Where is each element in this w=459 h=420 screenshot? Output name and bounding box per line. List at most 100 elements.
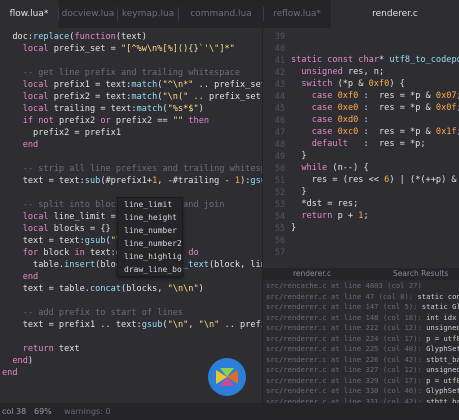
- code-line: end): [12, 356, 34, 366]
- search-result-item[interactable]: src/renderer.c at line 222 (col 12): uns…: [266, 323, 459, 334]
- line-number: 51: [274, 175, 285, 185]
- result-code: int idx = (codepoint: [426, 312, 457, 322]
- tab-flow-lua[interactable]: flow.lua*: [0, 0, 58, 28]
- result-code: p = utf8_to_codepoint: [426, 333, 459, 343]
- code-line: local prefix2 = text:match("\n(" .. pref…: [22, 92, 261, 102]
- code-line: text = text:sub(#prefix1+1, -#trailing -…: [2, 176, 262, 186]
- result-path: src/renderer.c at line 47 (col 8):: [266, 291, 418, 301]
- autocomplete-item[interactable]: line_height: [118, 211, 182, 224]
- line-number: 49: [274, 151, 285, 161]
- line-number: 40: [274, 43, 285, 53]
- tab-reflow-lua[interactable]: reflow.lua*: [264, 0, 330, 28]
- tab-search-results[interactable]: Search Results: [393, 268, 448, 280]
- cursor-position: col 38: [2, 407, 27, 416]
- result-code: GlyphSet *set = get: [426, 344, 459, 353]
- code-line: if not prefix2 or prefix2 == "" then: [22, 116, 210, 126]
- tab-bar: flow.lua* docview.lua keymap.lua command…: [0, 0, 459, 28]
- result-path: src/renderer.c at line 147 (col 5):: [266, 302, 422, 311]
- result-code: unsigned codepoint;: [426, 323, 459, 332]
- code-line: local trailing = text:match("%s*$"): [22, 104, 204, 114]
- code-line: }: [291, 151, 307, 161]
- result-path: src/rencache.c at line 4803 (col 27): [266, 281, 427, 290]
- autocomplete-item[interactable]: line_number2: [118, 237, 182, 250]
- result-path: src/renderer.c at line 329 (col 17):: [266, 375, 427, 385]
- right-editor-pane[interactable]: 39 40 41 static const char* utf8_to_codepoi…: [263, 28, 459, 256]
- tab-command-lua[interactable]: command.lua: [179, 0, 263, 28]
- warnings-count: warnings: 0: [64, 407, 111, 416]
- tab-renderer-c[interactable]: renderer.c: [331, 0, 459, 28]
- search-results-pane[interactable]: renderer.c Search Results src/rencache.c…: [263, 268, 459, 403]
- code-line: unsigned res, n;: [301, 67, 385, 77]
- result-code: static GlyphSet* get_: [421, 302, 459, 311]
- tab-docview-lua[interactable]: docview.lua: [59, 0, 117, 28]
- result-path: src/renderer.c at line 222 (col 12):: [266, 323, 427, 332]
- code-line: local blocks = {}: [22, 224, 111, 234]
- code-line: static const char* utf8_to_codepoint(con…: [291, 55, 459, 65]
- code-line: case 0xd0 :: [311, 115, 369, 125]
- search-result-item[interactable]: src/renderer.c at line 224 (col 17): p =…: [266, 334, 459, 345]
- result-path: src/renderer.c at line 327 (col 12):: [266, 365, 427, 374]
- code-line: doc:replace(function(text): [2, 32, 147, 42]
- code-line: return text: [22, 344, 80, 354]
- line-number: 47: [274, 127, 285, 137]
- search-result-item[interactable]: src/renderer.c at line 47 (col 8): stati…: [266, 292, 459, 303]
- search-result-item[interactable]: src/renderer.c at line 148 (col 18): int…: [266, 313, 459, 324]
- autocomplete-item[interactable]: line_limit: [118, 198, 182, 211]
- code-line: text = table.concat(blocks, "\n\n"): [2, 284, 204, 294]
- autocomplete-item[interactable]: line_number: [118, 224, 182, 237]
- result-path: src/renderer.c at line 224 (col 17):: [266, 333, 427, 343]
- line-number: 43: [274, 79, 285, 89]
- line-number: 52: [274, 187, 285, 197]
- autocomplete-item[interactable]: line_highlight: [118, 250, 182, 263]
- search-result-item[interactable]: src/renderer.c at line 147 (col 5): stat…: [266, 302, 459, 313]
- line-number: 57: [274, 247, 285, 256]
- search-result-item[interactable]: src/renderer.c at line 330 (col 40): Gly…: [266, 386, 459, 397]
- code-line: case 0xf0 : res = *p & 0x07; n = 3; brea…: [311, 91, 459, 101]
- status-bar: col 38 69% warnings: 0: [0, 403, 459, 420]
- scroll-percent: 69%: [34, 407, 52, 416]
- line-number: 48: [274, 139, 285, 149]
- code-line: end: [2, 368, 18, 378]
- search-result-item[interactable]: src/renderer.c at line 226 (col 42): stb…: [266, 355, 459, 366]
- result-code: GlyphSet *set = get: [426, 386, 459, 395]
- result-path: src/renderer.c at line 330 (col 40):: [266, 386, 427, 395]
- line-number: 55: [274, 223, 285, 233]
- code-line: end: [22, 272, 39, 282]
- autocomplete-item[interactable]: draw_line_body: [118, 263, 182, 276]
- result-path: src/renderer.c at line 148 (col 18):: [266, 312, 427, 322]
- search-result-item[interactable]: src/renderer.c at line 327 (col 12): uns…: [266, 365, 459, 376]
- line-number: 45: [274, 103, 285, 113]
- result-path: src/renderer.c at line 225 (col 40):: [266, 344, 427, 353]
- line-number: 39: [274, 31, 285, 41]
- search-result-item[interactable]: src/renderer.c at line 329 (col 17): p =…: [266, 376, 459, 387]
- tab-renderer-c-results[interactable]: renderer.c: [293, 268, 331, 280]
- code-line: prefix2 = prefix1: [2, 128, 121, 138]
- tab-keymap-lua[interactable]: keymap.lua: [118, 0, 178, 28]
- result-code: unsigned codepoint;: [426, 365, 459, 374]
- autocomplete-popup: line_limit line_height line_number line_num…: [117, 197, 183, 277]
- code-line: text = prefix1 .. text:gsub("\n", "\n" .…: [2, 320, 262, 330]
- code-line: }: [291, 187, 307, 197]
- line-number: 46: [274, 115, 285, 125]
- code-line: local prefix_set = "[^%w\n%[%](){}`'\"]*…: [22, 44, 235, 54]
- editor-window: flow.lua* docview.lua keymap.lua command…: [0, 0, 459, 420]
- line-number: 41: [274, 55, 285, 65]
- code-line: -- strip all line prefixes and trailing …: [22, 164, 262, 174]
- result-path: src/renderer.c at line 226 (col 42):: [266, 354, 427, 364]
- code-line: case 0xc0 : res = *p & 0x1f; n = 1; brea…: [311, 127, 459, 137]
- code-line: res = (res << 6) | (*(++p) & 0x3f);: [291, 175, 459, 185]
- result-code: static const char* utf8_: [417, 291, 459, 301]
- line-number: 44: [274, 91, 285, 101]
- code-line: return p + 1;: [301, 211, 369, 221]
- line-number: 53: [274, 199, 285, 209]
- search-result-item[interactable]: src/rencache.c at line 4803 (col 27): [266, 281, 459, 292]
- code-line: end: [22, 140, 39, 150]
- code-line: -- get line prefix and trailing whitespa…: [22, 68, 241, 78]
- line-number: 50: [274, 163, 285, 173]
- line-number: 54: [274, 211, 285, 221]
- line-number: 42: [274, 67, 285, 77]
- line-number: 56: [274, 235, 285, 245]
- code-line: local prefix1 = text:match("^\n*" .. pre…: [22, 80, 262, 90]
- search-result-item[interactable]: src/renderer.c at line 225 (col 40): Gly…: [266, 344, 459, 355]
- code-line: *dst = res;: [291, 199, 359, 209]
